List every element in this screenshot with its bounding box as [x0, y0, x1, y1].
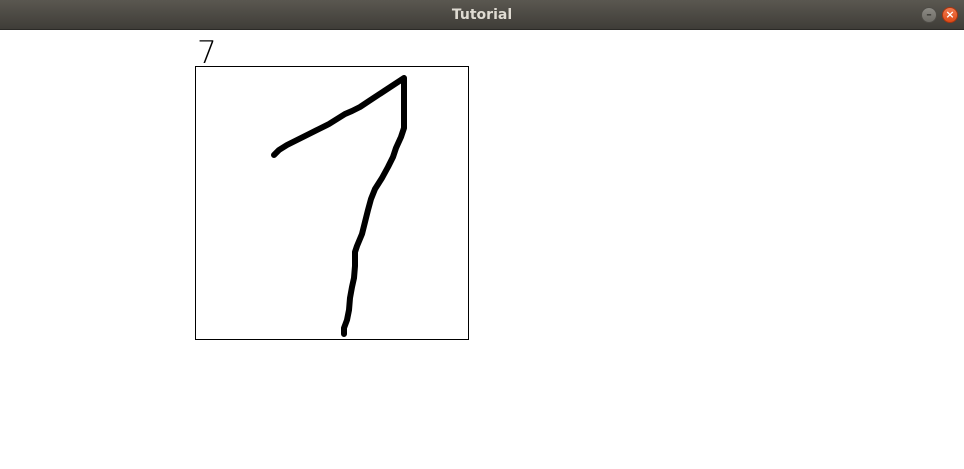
app-window: Tutorial – × 7	[0, 0, 964, 469]
minimize-button[interactable]: –	[921, 7, 937, 23]
close-icon: ×	[945, 8, 955, 21]
drawing-canvas[interactable]	[195, 66, 469, 340]
window-title: Tutorial	[451, 7, 513, 23]
drawing-surface	[271, 75, 407, 337]
prediction-label: 7	[197, 35, 217, 71]
handwritten-stroke	[271, 75, 407, 337]
close-button[interactable]: ×	[942, 7, 958, 23]
title-bar[interactable]: Tutorial – ×	[0, 0, 964, 30]
minimize-icon: –	[926, 8, 932, 21]
window-content: 7	[0, 30, 964, 469]
